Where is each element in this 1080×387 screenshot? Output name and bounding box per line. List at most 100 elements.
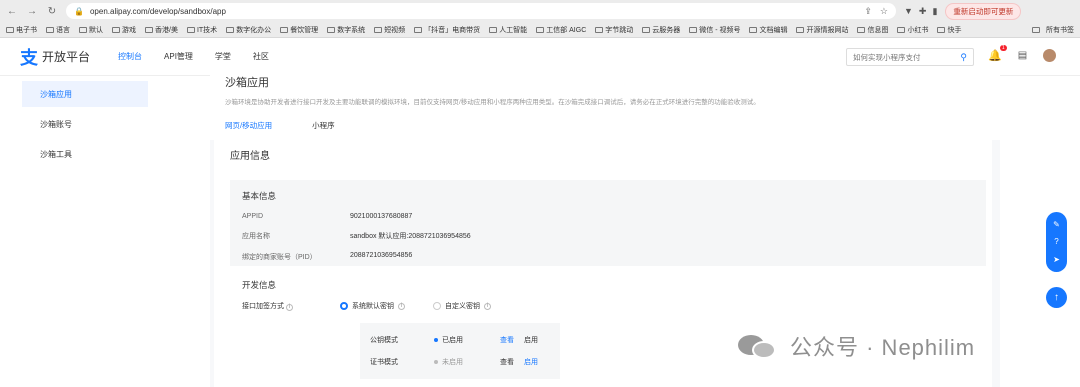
bookmark-item[interactable]: 快手: [937, 25, 961, 35]
bookmark-item[interactable]: 数字化办公: [226, 25, 271, 35]
key-mode-box: 公钥模式 已启用 查看 启用 证书模式 未启用 查看 启用: [360, 323, 560, 379]
dev-info-title: 开发信息: [242, 280, 277, 290]
sidebar-icon[interactable]: ▮: [932, 6, 937, 17]
url-text: open.alipay.com/develop/sandbox/app: [89, 6, 226, 16]
view-link[interactable]: 查看: [500, 357, 514, 367]
bookmark-item[interactable]: 文档编辑: [749, 25, 787, 35]
avatar[interactable]: [1043, 49, 1057, 62]
alipay-logo[interactable]: 支 开放平台: [20, 44, 90, 70]
info-label: 应用名称: [242, 233, 270, 240]
all-bookmarks-label: 所有书签: [1046, 26, 1074, 34]
extension-icon[interactable]: ▼: [904, 6, 913, 16]
radio-custom-key[interactable]: 自定义密钥 i: [433, 301, 491, 311]
sidebar-item-sandbox-account[interactable]: 沙箱账号: [22, 111, 148, 137]
folder-icon: [79, 26, 87, 33]
folder-icon: [595, 26, 604, 33]
back-to-top-button[interactable]: ↑: [1046, 287, 1067, 308]
radio-label: 自定义密钥: [445, 303, 480, 310]
search-icon[interactable]: ⚲: [960, 52, 967, 63]
folder-icon: [796, 26, 805, 33]
feedback-icon[interactable]: ➤: [1053, 255, 1060, 264]
folder-icon: [857, 26, 866, 33]
chat-icon[interactable]: ✎: [1053, 220, 1060, 229]
watermark: 公众号 · Nephilim: [738, 330, 975, 362]
page-description: 沙箱环境是协助开发者进行接口开发及主要功能联调的模拟环境，目前仅支持网页/移动应…: [225, 99, 760, 106]
help-icon[interactable]: ?: [1054, 237, 1058, 246]
bookmark-item[interactable]: 香港/美: [145, 25, 178, 35]
bookmark-item[interactable]: 游戏: [112, 25, 136, 35]
folder-icon: [937, 26, 946, 33]
bookmark-item[interactable]: 默认: [79, 25, 103, 35]
share-icon[interactable]: ⇪: [864, 6, 872, 17]
search-box: ⚲: [846, 48, 974, 66]
mode-row-certificate: 证书模式 未启用 查看 启用: [370, 351, 550, 373]
radio-checked-icon: [340, 302, 348, 310]
bookmark-label: 语言: [56, 26, 70, 34]
info-row: APPID 9021000137680887: [242, 213, 974, 220]
bell-icon[interactable]: 🔔 1: [988, 45, 1007, 62]
bookmark-item[interactable]: 信息图: [857, 25, 888, 35]
sign-method-row: 接口加签方式 i 系统默认密钥 i 自定义密钥 i: [242, 301, 976, 311]
bookmark-item[interactable]: 云服务器: [642, 25, 680, 35]
info-icon[interactable]: i: [398, 302, 405, 310]
bookmark-item[interactable]: 电子书: [6, 25, 37, 35]
bookmark-item[interactable]: 餐饮管理: [280, 25, 318, 35]
bookmark-item[interactable]: 字节跳动: [595, 25, 633, 35]
bookmark-item[interactable]: IT技术: [186, 25, 218, 35]
info-value: 2088721036954856: [350, 252, 413, 259]
notification-badge: 1: [999, 45, 1007, 51]
bookmark-label: 人工智能: [499, 26, 528, 34]
puzzle-icon[interactable]: ✚: [919, 6, 927, 17]
bookmark-item[interactable]: 短视频: [374, 25, 405, 35]
bookmark-item[interactable]: 工信部 AIGC: [536, 25, 586, 35]
bookmark-label: 字节跳动: [605, 26, 634, 34]
sign-method-text: 接口加签方式: [242, 303, 284, 310]
info-row: 应用名称 sandbox 默认应用:2088721036954856: [242, 231, 974, 241]
alipay-logo-icon: 支: [20, 47, 38, 68]
bookmark-item[interactable]: 开源情报网站: [796, 25, 848, 35]
bookmark-label: 短视频: [384, 26, 406, 34]
search-input[interactable]: [853, 52, 953, 62]
bookmark-label: 快手: [947, 26, 962, 34]
restart-update-button[interactable]: 重新启动即可更新: [945, 2, 1022, 20]
info-icon[interactable]: i: [285, 303, 293, 311]
radio-system-key[interactable]: 系统默认密钥 i: [340, 301, 405, 311]
bookmark-star-icon[interactable]: ☆: [880, 6, 888, 17]
view-link[interactable]: 查看: [500, 335, 514, 345]
bookmark-label: 数字系统: [337, 26, 366, 34]
enable-link[interactable]: 启用: [524, 357, 538, 367]
bookmark-item[interactable]: 小红书: [897, 25, 928, 35]
bookmark-label: 「抖音」电商带货: [424, 26, 481, 34]
folder-icon: [46, 26, 54, 33]
folder-icon: [280, 26, 289, 33]
enable-link[interactable]: 启用: [524, 335, 538, 345]
mode-status: 未启用: [434, 357, 500, 367]
bookmark-label: 信息图: [867, 26, 889, 34]
status-text: 已启用: [442, 337, 463, 344]
sidebar-item-sandbox-app[interactable]: 沙箱应用: [22, 81, 148, 107]
nav-api[interactable]: API管理: [164, 39, 193, 74]
folder-icon: [112, 26, 120, 33]
bookmark-item[interactable]: 数字系统: [327, 25, 365, 35]
folder-icon: [6, 26, 14, 33]
bookmark-item[interactable]: 微信 - 视频号: [689, 25, 740, 35]
section-title: 应用信息: [230, 151, 270, 162]
sidebar: 沙箱应用 沙箱账号 沙箱工具: [0, 77, 170, 387]
bookmark-label: 数字化办公: [236, 26, 272, 34]
bookmark-label: IT技术: [196, 26, 218, 34]
bookmark-item[interactable]: 「抖音」电商带货: [414, 25, 480, 35]
reload-icon[interactable]: ↻: [46, 5, 58, 17]
folder-icon: [374, 26, 383, 33]
bookmark-item[interactable]: 人工智能: [489, 25, 527, 35]
bookmark-item[interactable]: 语言: [46, 25, 70, 35]
all-bookmarks[interactable]: 所有书签: [1032, 25, 1074, 35]
sidebar-item-sandbox-tools[interactable]: 沙箱工具: [22, 141, 148, 167]
address-bar[interactable]: 🔒 open.alipay.com/develop/sandbox/app ⇪ …: [66, 3, 896, 19]
radio-label: 系统默认密钥: [352, 303, 394, 310]
forward-icon[interactable]: →: [26, 5, 38, 17]
bookmark-label: 香港/美: [155, 26, 178, 34]
nav-console[interactable]: 控制台: [118, 39, 142, 74]
document-icon[interactable]: ▤: [1018, 50, 1027, 61]
back-icon[interactable]: ←: [6, 5, 18, 17]
info-icon[interactable]: i: [484, 302, 491, 310]
